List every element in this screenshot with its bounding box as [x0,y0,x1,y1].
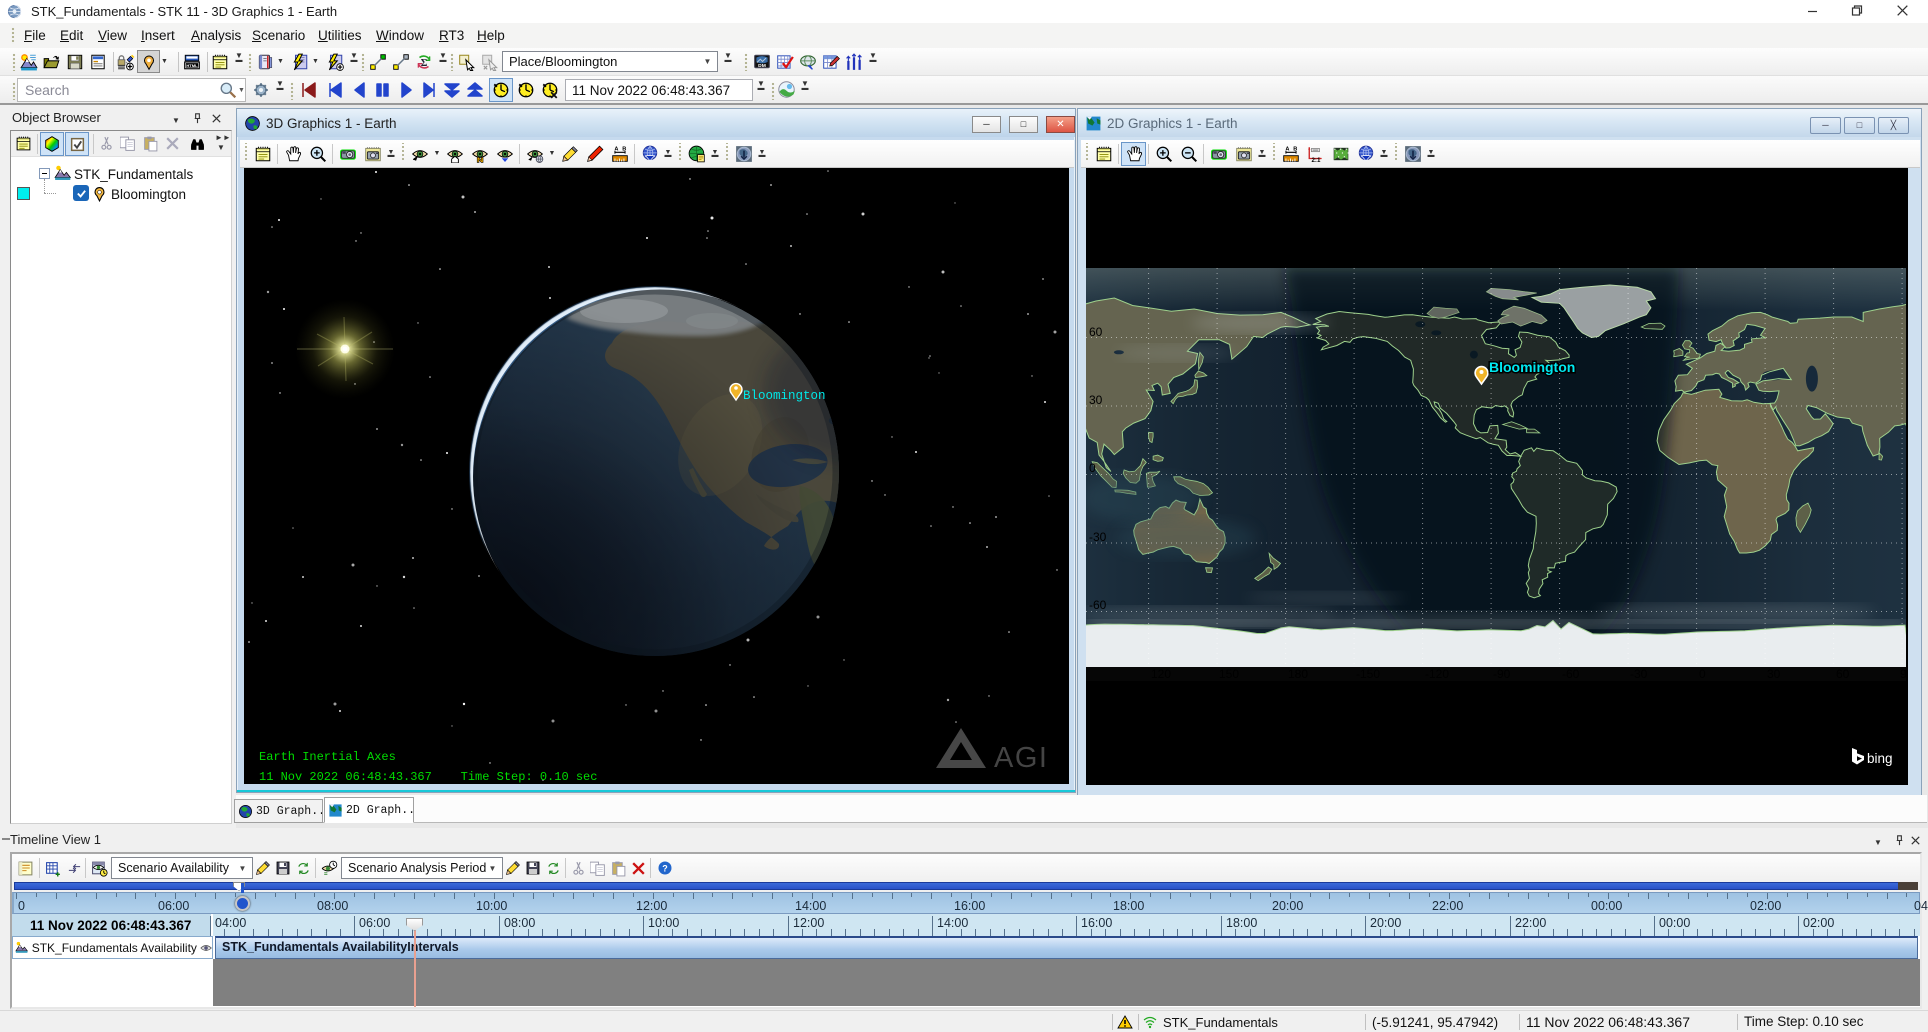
svg-text:-150: -150 [1356,667,1380,681]
svg-text:B: B [1293,146,1297,152]
svg-text:-120: -120 [1425,667,1449,681]
svg-text:-90: -90 [1493,667,1511,681]
svg-text:Bloomington: Bloomington [743,389,826,403]
svg-text:60: 60 [1089,325,1103,339]
svg-text:AGI: AGI [994,742,1048,774]
svg-text:Earth Inertial Axes: Earth Inertial Axes [259,750,396,764]
svg-text:-30: -30 [1089,530,1107,544]
svg-text:30: 30 [1089,393,1103,407]
svg-text:0: 0 [1089,461,1096,475]
svg-text:180: 180 [1288,667,1308,681]
svg-text:2:1: 2:1 [1311,156,1320,162]
svg-text:30: 30 [1767,667,1781,681]
svg-text:B: B [622,146,626,152]
svg-text:?: ? [662,864,668,874]
svg-text:bing: bing [1867,751,1893,766]
svg-text:11 Nov 2022 06:48:43.367 Ti: 11 Nov 2022 06:48:43.367 Time Step: 0.10… [259,770,597,784]
svg-text:60: 60 [1836,667,1850,681]
svg-text:-60: -60 [1562,667,1580,681]
svg-text:HTML: HTML [186,63,198,68]
svg-text:DM: DM [758,62,766,68]
svg-text:Σ: Σ [420,57,427,68]
svg-text:Bloomington: Bloomington [1489,359,1575,375]
svg-text:120: 120 [1151,667,1171,681]
svg-text:-30: -30 [1630,667,1648,681]
svg-text:-60: -60 [1089,598,1107,612]
svg-text:90: 90 [1900,667,1908,681]
svg-text:0: 0 [1699,667,1706,681]
svg-text:150: 150 [1219,667,1239,681]
